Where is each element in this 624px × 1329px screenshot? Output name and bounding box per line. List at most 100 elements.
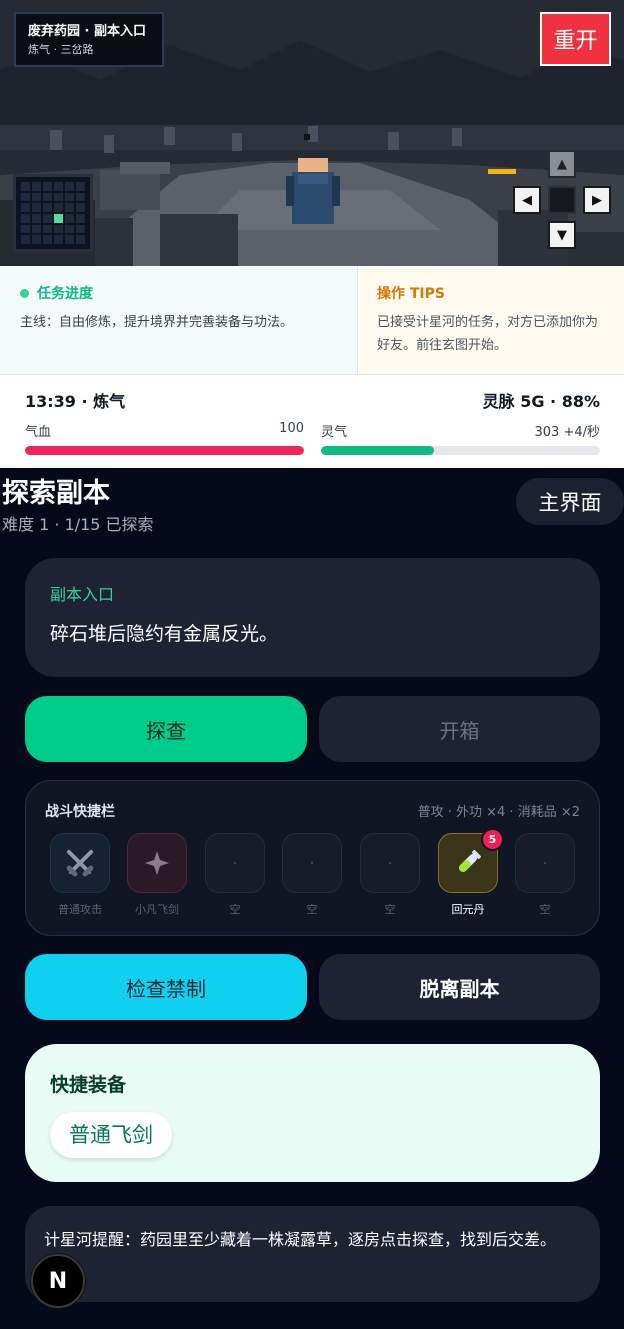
- hotbar-slot-label: 空: [306, 903, 318, 916]
- minimap-cell: [54, 224, 63, 234]
- dpad-right-button[interactable]: ▶: [583, 186, 611, 214]
- qi-label: 灵气: [321, 425, 348, 440]
- entry-label: 副本入口: [50, 585, 115, 604]
- qi-value: 303 +4/秒: [534, 425, 601, 440]
- dungeon-entry-card: 副本入口 碎石堆后隐约有金属反光。: [25, 558, 600, 677]
- hotbar-slot-empty[interactable]: [205, 833, 265, 893]
- minimap-player-cell: [54, 214, 63, 223]
- empty-slot-dot: [389, 862, 391, 864]
- restart-button[interactable]: 重开: [540, 12, 611, 66]
- hotbar-info: 普攻 · 外功 ×4 · 消耗品 ×2: [417, 805, 580, 820]
- mission-panel: 任务进度 主线：自由修炼，提升境界并完善装备与功法。: [0, 266, 358, 375]
- network-label: 灵脉 5G · 88%: [482, 392, 600, 411]
- minimap-cell: [76, 224, 85, 234]
- minimap-cell: [21, 214, 30, 223]
- status-bar: 13:39 · 炼气 灵脉 5G · 88% 气血 100 灵气 303 +4/…: [0, 375, 624, 468]
- home-button[interactable]: 主界面: [516, 478, 624, 525]
- mission-heading: 任务进度: [37, 286, 93, 302]
- dpad-down-button[interactable]: ▼: [548, 221, 576, 249]
- minimap-cell: [76, 192, 85, 202]
- minimap-cell: [32, 214, 41, 223]
- minimap-cell: [43, 224, 52, 234]
- mission-heading-row: 任务进度: [20, 283, 357, 303]
- minimap-cell: [32, 203, 41, 212]
- minimap-cell: [32, 192, 41, 202]
- dpad-left-button[interactable]: ◀: [513, 186, 541, 214]
- open-chest-button[interactable]: 开箱: [319, 696, 600, 762]
- sparkle-icon: [145, 851, 169, 875]
- minimap-cell: [43, 214, 52, 223]
- entry-text: 碎石堆后隐约有金属反光。: [50, 623, 279, 645]
- hotbar-slot-label: 普通攻击: [58, 903, 102, 916]
- minimap-cell: [76, 235, 85, 244]
- hotbar-slot-empty[interactable]: [515, 833, 575, 893]
- hp-label: 气血: [25, 425, 52, 440]
- minimap-cell: [54, 182, 63, 191]
- minimap-cell: [76, 214, 85, 223]
- minimap: [13, 174, 93, 252]
- leave-dungeon-button[interactable]: 脱离副本: [319, 954, 600, 1020]
- tips-panel: 操作 TIPS 已接受计星河的任务，对方已添加你为好友。前往玄图开始。: [359, 266, 624, 375]
- crossed-swords-icon: [66, 850, 94, 877]
- dungeon-panel: 探索副本 难度 1 · 1/15 已探索 主界面 副本入口 碎石堆后隐约有金属反…: [0, 468, 624, 1329]
- time-realm-label: 13:39 · 炼气: [25, 392, 126, 411]
- dpad-up-button[interactable]: ▲: [548, 150, 576, 178]
- empty-slot-dot: [234, 862, 236, 864]
- empty-slot-dot: [311, 862, 313, 864]
- minimap-cell: [54, 203, 63, 212]
- dungeon-title: 探索副本: [2, 478, 110, 509]
- test-tube-icon: [459, 849, 482, 872]
- status-dot-icon: [20, 288, 29, 298]
- location-subtitle: 炼气 · 三岔路: [28, 43, 94, 56]
- hp-bar: [25, 446, 304, 455]
- hp-bar-fill: [25, 446, 304, 455]
- minimap-cell: [54, 235, 63, 244]
- minimap-cell: [65, 214, 74, 223]
- hotbar-slot-label: 空: [384, 903, 396, 916]
- quick-equip-card: 快捷装备 普通飞剑: [25, 1044, 600, 1182]
- qi-bar-fill: [321, 446, 434, 455]
- hotbar-slot-flying-sword[interactable]: [127, 833, 187, 893]
- minimap-cell: [43, 203, 52, 212]
- dpad-center: [548, 186, 576, 214]
- qi-bar: [321, 446, 600, 455]
- hotbar-slot-empty[interactable]: [282, 833, 342, 893]
- minimap-cell: [21, 182, 30, 191]
- minimap-cell: [65, 224, 74, 234]
- equip-item-chip[interactable]: 普通飞剑: [50, 1112, 172, 1158]
- quick-equip-title: 快捷装备: [50, 1074, 127, 1096]
- hotbar-slot-empty[interactable]: [360, 833, 420, 893]
- combat-hotbar: 战斗快捷栏 普攻 · 外功 ×4 · 消耗品 ×2 普通攻击 小凡飞剑 空 空 …: [25, 780, 600, 936]
- minimap-cell: [21, 235, 30, 244]
- hotbar-slot-label: 回元丹: [451, 903, 485, 916]
- minimap-cell: [65, 203, 74, 212]
- minimap-cell: [65, 192, 74, 202]
- npc-hint-text: 计星河提醒：药园里至少藏着一株凝露草，逐房点击探查，找到后交差。: [44, 1230, 557, 1249]
- minimap-cell: [65, 182, 74, 191]
- location-panel: 废弃药园 · 副本入口 炼气 · 三岔路: [14, 12, 164, 67]
- tips-text: 已接受计星河的任务，对方已添加你为好友。前往玄图开始。: [377, 315, 599, 353]
- minimap-cell: [21, 203, 30, 212]
- empty-slot-dot: [544, 862, 546, 864]
- hotbar-title: 战斗快捷栏: [45, 804, 115, 820]
- hp-value: 100: [279, 421, 304, 436]
- tips-heading: 操作 TIPS: [377, 286, 445, 302]
- minimap-cell: [43, 192, 52, 202]
- hotbar-slot-basic-attack[interactable]: [50, 833, 110, 893]
- minimap-cell: [43, 235, 52, 244]
- minimap-cell: [76, 182, 85, 191]
- minimap-cell: [21, 224, 30, 234]
- hotbar-slot-label: 小凡飞剑: [135, 903, 179, 916]
- minimap-cell: [65, 235, 74, 244]
- minimap-cell: [32, 235, 41, 244]
- item-count-badge: 5: [481, 828, 504, 851]
- explore-button[interactable]: 探查: [25, 696, 307, 762]
- minimap-cell: [32, 224, 41, 234]
- dev-tools-n-icon[interactable]: N: [31, 1254, 85, 1308]
- minimap-cell: [32, 182, 41, 191]
- inspect-seal-button[interactable]: 检查禁制: [25, 954, 307, 1020]
- minimap-cell: [54, 192, 63, 202]
- dungeon-subtitle: 难度 1 · 1/15 已探索: [2, 515, 154, 534]
- game-scene: 废弃药园 · 副本入口 炼气 · 三岔路 重开 ▲ ◀ ▶ ▼: [0, 0, 624, 266]
- minimap-cell: [21, 192, 30, 202]
